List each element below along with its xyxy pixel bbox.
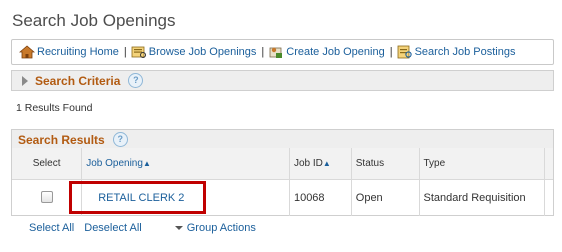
highlight-annotation-box [69, 181, 206, 214]
search-criteria-header[interactable]: Search Criteria ? [11, 70, 554, 91]
row-checkbox[interactable] [40, 190, 53, 203]
page-title: Search Job Openings [12, 11, 176, 30]
group-actions-menu[interactable]: Group Actions [174, 222, 256, 234]
select-all-link[interactable]: Select All [29, 222, 74, 234]
status-column-header[interactable]: Status [350, 148, 419, 180]
grid-footer: Select All Deselect All Group Actions [29, 222, 256, 234]
toolbar-separator: | [261, 46, 265, 58]
search-results-label: Search Results [18, 132, 105, 147]
job-opening-header-label[interactable]: Job Opening [86, 158, 143, 169]
toolbar-separator: | [389, 46, 393, 58]
expand-triangle-icon[interactable] [22, 75, 28, 86]
job-id-cell: 10068 [288, 179, 352, 216]
search-criteria-label: Search Criteria [35, 73, 121, 88]
type-column-header[interactable]: Type [418, 148, 545, 180]
help-icon[interactable]: ? [112, 132, 128, 147]
recruiting-toolbar: Recruiting Home | Browse Job Openings | … [11, 39, 554, 65]
create-job-opening-link[interactable]: Create Job Opening [268, 45, 385, 59]
help-icon[interactable]: ? [128, 73, 144, 88]
group-actions-label: Group Actions [186, 222, 256, 234]
sort-ascending-icon: ▲ [322, 159, 331, 168]
chevron-down-icon [174, 226, 183, 230]
create-icon [269, 47, 283, 58]
sort-ascending-icon: ▲ [142, 159, 151, 168]
search-job-postings-link[interactable]: Search Job Postings [397, 45, 515, 59]
recruiting-home-link[interactable]: Recruiting Home [19, 45, 119, 59]
status-cell: Open [350, 179, 419, 216]
empty-cell [544, 179, 553, 216]
deselect-all-link[interactable]: Deselect All [84, 222, 141, 234]
search-postings-icon [397, 45, 412, 59]
job-id-column-header[interactable]: Job ID▲ [288, 148, 352, 180]
empty-column-header [544, 148, 553, 180]
type-cell: Standard Requisition [418, 179, 545, 216]
browse-job-openings-link[interactable]: Browse Job Openings [131, 45, 256, 59]
browse-icon [131, 46, 146, 58]
search-results-header: Search Results ? [11, 129, 554, 149]
toolbar-separator: | [123, 46, 127, 58]
job-opening-column-header[interactable]: Job Opening▲ [81, 148, 290, 180]
job-id-header-label[interactable]: Job ID [294, 158, 323, 169]
home-icon [19, 45, 35, 59]
grid-header-row: Select Job Opening▲ Job ID▲ Status Type [12, 148, 553, 180]
select-column-header: Select [12, 148, 82, 180]
results-count: 1 Results Found [16, 102, 93, 114]
